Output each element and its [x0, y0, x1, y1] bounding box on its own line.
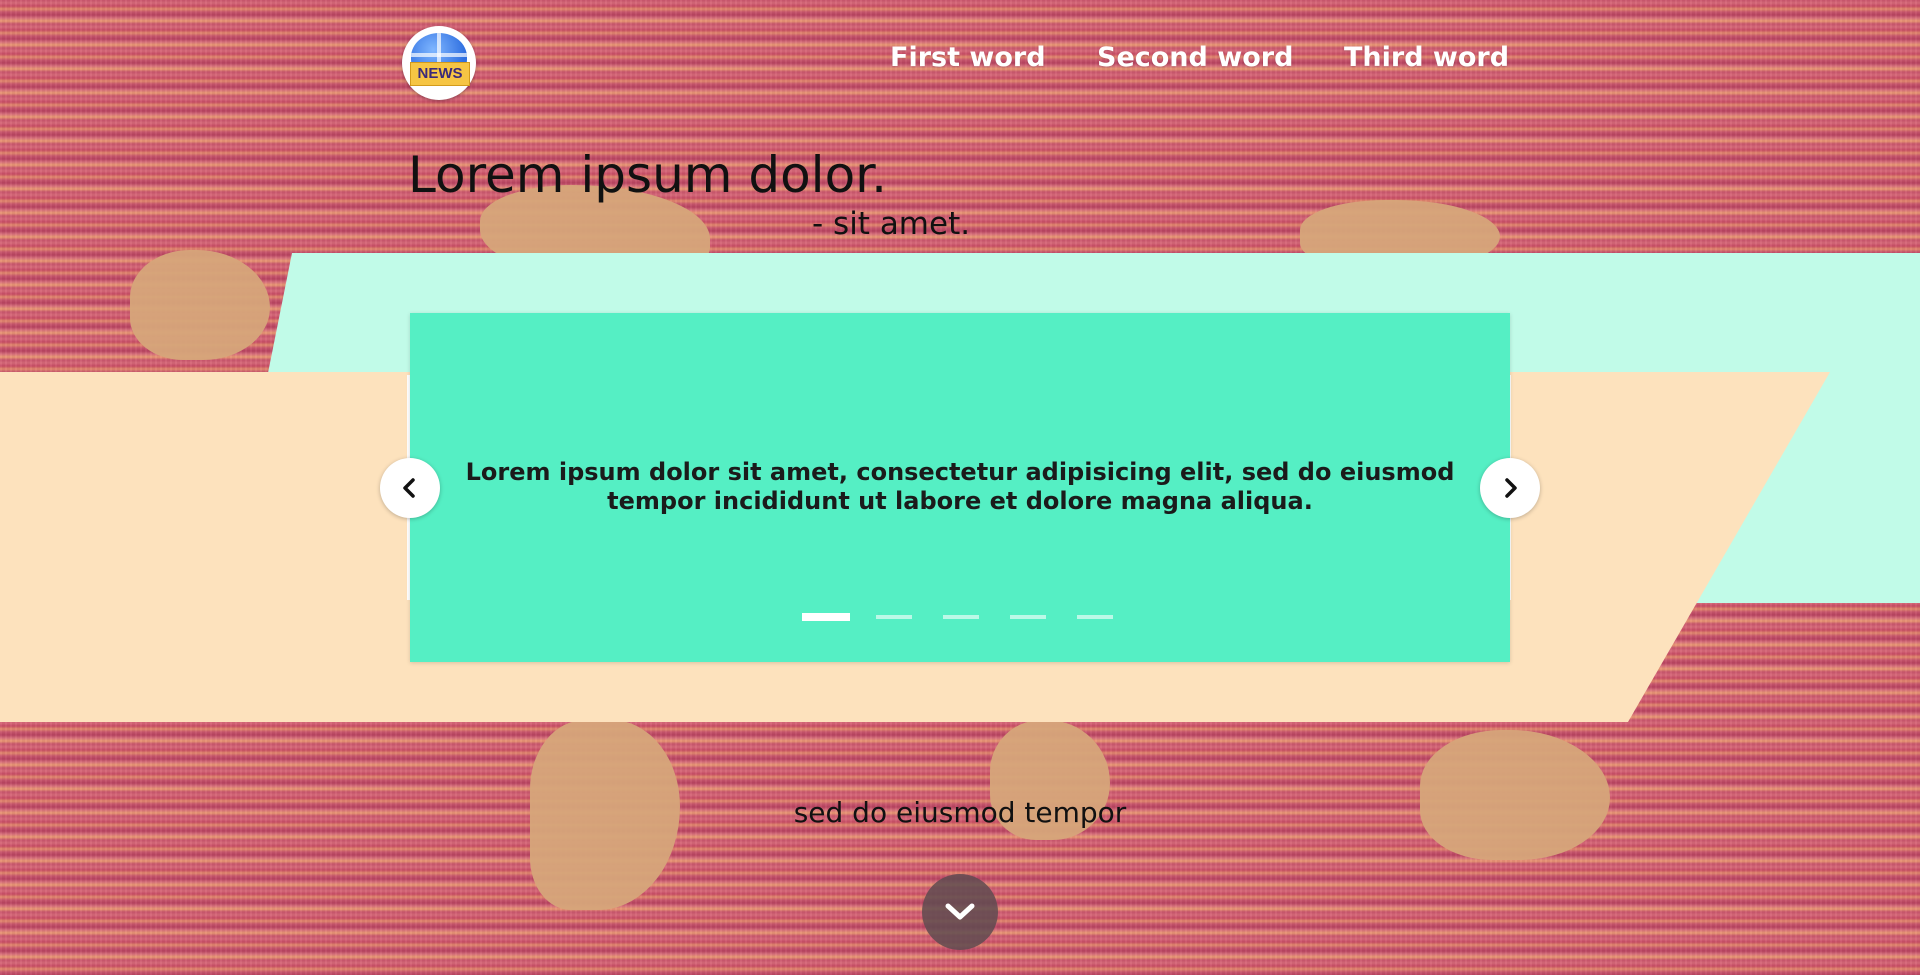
page-title: Lorem ipsum dolor. — [408, 146, 888, 204]
carousel-indicator[interactable] — [1077, 615, 1113, 619]
slide-text-line2: tempor incididunt ut labore et dolore ma… — [607, 487, 1313, 515]
carousel-slide: Lorem ipsum dolor sit amet, consectetur … — [410, 313, 1510, 662]
page-subtitle: - sit amet. — [812, 206, 971, 242]
carousel-prev-button[interactable] — [380, 458, 440, 518]
scroll-down-button[interactable] — [922, 874, 998, 950]
carousel-indicator[interactable] — [1010, 615, 1046, 619]
header: NEWS First word Second word Third word — [0, 0, 1920, 125]
slide-text-line1: Lorem ipsum dolor sit amet, consectetur … — [465, 458, 1455, 486]
carousel-indicator[interactable] — [943, 615, 979, 619]
tagline: sed do eiusmod tempor — [793, 796, 1127, 829]
carousel-indicator[interactable] — [802, 613, 850, 621]
map-shape — [1420, 730, 1610, 860]
chevron-right-icon — [1505, 478, 1517, 498]
chevron-left-icon — [403, 478, 415, 498]
chevron-down-icon — [945, 903, 975, 920]
carousel-indicator[interactable] — [876, 615, 912, 619]
map-shape — [130, 250, 270, 360]
logo-label: NEWS — [410, 62, 470, 86]
slide-text: Lorem ipsum dolor sit amet, consectetur … — [410, 458, 1510, 516]
carousel-next-button[interactable] — [1480, 458, 1540, 518]
nav-item-third[interactable]: Third word — [1344, 42, 1509, 73]
nav-item-second[interactable]: Second word — [1097, 42, 1293, 73]
news-logo[interactable]: NEWS — [402, 26, 476, 100]
nav-item-first[interactable]: First word — [890, 42, 1046, 73]
